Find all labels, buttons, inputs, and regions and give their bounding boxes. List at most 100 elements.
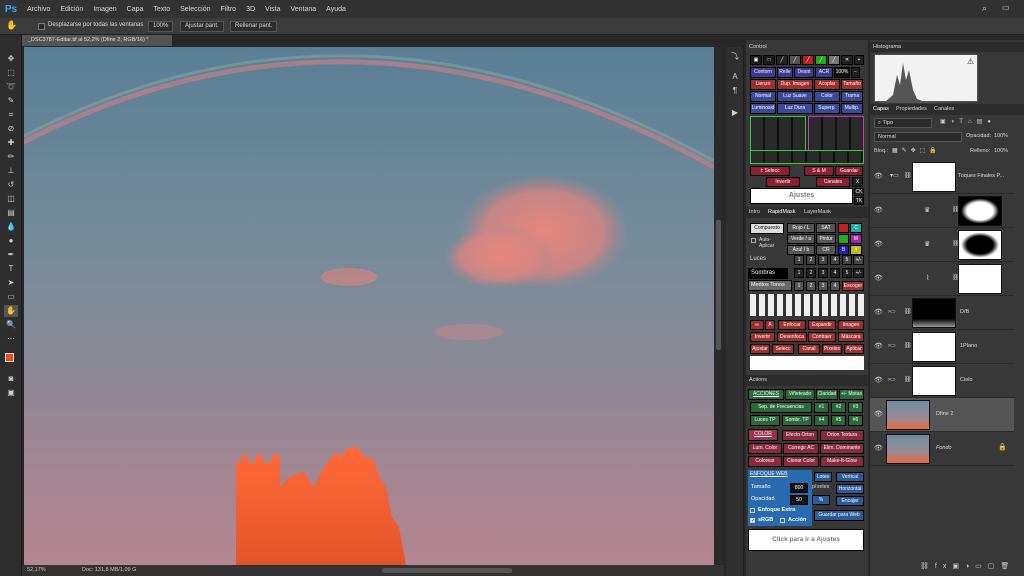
scroll-all-checkbox[interactable] <box>38 23 45 30</box>
layer-row-dfine[interactable]: 👁 Dfine 2 <box>870 398 1014 432</box>
visibility-eye-icon[interactable]: 👁 <box>874 308 883 316</box>
tone-slider-strip[interactable] <box>750 294 864 316</box>
crop-tool-icon[interactable]: ⌗ <box>4 109 18 121</box>
brush-green-icon[interactable]: ╱ <box>815 55 827 65</box>
layer-row-curves-1[interactable]: 👁 ♛ ⛓ <box>870 194 1014 228</box>
visibility-eye-icon[interactable]: 👁 <box>874 444 883 452</box>
warning-icon[interactable]: ⚠ <box>967 57 974 66</box>
sep-frecuencias-button[interactable]: Sep. de Frecuencias <box>750 402 812 413</box>
action-6-button[interactable]: #6 <box>848 415 863 426</box>
opacity-value[interactable]: 100% <box>994 133 1008 139</box>
brush-red-icon[interactable]: ╱ <box>802 55 814 65</box>
brush-black-icon[interactable]: ╱ <box>789 55 801 65</box>
menu-3d[interactable]: 3D <box>241 6 260 13</box>
efecto-orton-button[interactable]: Efecto Orton <box>782 430 818 441</box>
layer-name[interactable]: D/B <box>960 309 969 315</box>
new-doc-icon[interactable]: □ <box>763 55 775 65</box>
luces-tp-button[interactable]: Luces TP <box>750 415 780 426</box>
layer-name[interactable]: 1Plano <box>960 343 977 349</box>
visibility-eye-icon[interactable]: 👁 <box>874 274 883 282</box>
orton-textura-button[interactable]: Orton Textura <box>820 430 864 441</box>
menu-capa[interactable]: Capa <box>122 6 149 13</box>
move-tool-icon[interactable]: ✥ <box>4 53 18 65</box>
dup-imagen-button[interactable]: Dup. Imagen <box>777 79 813 90</box>
make-it-glow-button[interactable]: Make-It-Glow <box>820 456 864 467</box>
fill-value[interactable]: 100% <box>994 148 1008 154</box>
medios-1[interactable]: 1 <box>794 281 804 291</box>
normal-blend-button[interactable]: Normal <box>750 91 776 102</box>
tamano-input[interactable]: 800 <box>790 483 808 493</box>
visibility-eye-icon[interactable]: 👁 <box>874 376 883 384</box>
lienzo-button[interactable]: Lienzo <box>750 79 776 90</box>
aplicar-button[interactable]: Aplicar <box>844 344 864 354</box>
more-tools-icon[interactable]: ⋯ <box>4 333 18 345</box>
menu-imagen[interactable]: Imagen <box>88 6 121 13</box>
action-1-button[interactable]: #1 <box>814 402 829 413</box>
zoom-tool-icon[interactable]: 🔍 <box>4 319 18 331</box>
scrollbar-thumb[interactable] <box>716 220 721 350</box>
enfocar-rm-button[interactable]: Enfocar <box>778 320 806 330</box>
layer-name[interactable]: Fondo <box>936 445 952 451</box>
visibility-eye-icon[interactable]: 👁 <box>874 206 883 214</box>
accion-checkbox[interactable] <box>780 518 785 523</box>
tamano-button[interactable]: Tamaño <box>841 79 863 90</box>
compuesto-button[interactable]: Compuesto <box>750 223 784 234</box>
canal-button[interactable]: Canal <box>798 344 820 354</box>
quick-mask-icon[interactable]: ◙ <box>4 373 18 385</box>
group-folder-icon[interactable]: ›▭ <box>888 376 896 383</box>
layer-name[interactable]: Dfine 2 <box>936 411 953 417</box>
image-canvas[interactable] <box>24 47 714 565</box>
action-2-button[interactable]: #2 <box>831 402 846 413</box>
vertical-button[interactable]: Vertical <box>836 472 864 482</box>
claridad-button[interactable]: Claridad <box>816 389 838 400</box>
lum-color-button[interactable]: Lum. Color <box>748 443 782 454</box>
channel-b-button[interactable]: B <box>838 245 849 255</box>
zoom-100-button[interactable]: 100% <box>148 21 174 32</box>
colorear-button[interactable]: Colorear <box>748 456 782 467</box>
invertir-rm-button[interactable]: Invertir <box>750 332 775 342</box>
corregir-ac-button[interactable]: Corregir AC <box>783 443 819 454</box>
layer-row-curves-3[interactable]: 👁 ⌇ ⛓ <box>870 262 1014 296</box>
close-doc-icon[interactable]: ✕ <box>841 55 853 65</box>
layers-footer-icons[interactable]: ⛓fx▣◑▭▢🗑 <box>920 562 1020 574</box>
sombras-2[interactable]: 2 <box>806 268 816 278</box>
medios-2[interactable]: 2 <box>806 281 816 291</box>
action-3-button[interactable]: #3 <box>848 402 863 413</box>
hand-tool-icon[interactable]: ✋ <box>6 20 17 31</box>
fill-screen-button[interactable]: Rellenar pant. <box>230 21 278 32</box>
visibility-eye-icon[interactable]: 👁 <box>874 410 883 418</box>
type-tool-icon[interactable]: T <box>4 263 18 275</box>
medios-3[interactable]: 3 <box>818 281 828 291</box>
click-ajustes-button[interactable]: Click para ir a Ajustes <box>748 529 864 551</box>
imagen-button[interactable]: Imagen <box>838 320 864 330</box>
action-5-button[interactable]: #5 <box>831 415 846 426</box>
menu-seleccion[interactable]: Selección <box>175 6 215 13</box>
zoom-level[interactable]: 52,17% <box>27 567 46 573</box>
screen-mode-icon[interactable]: ▣ <box>4 387 18 399</box>
opacidad-input[interactable]: 50 <box>790 495 808 505</box>
auto-aplicar-checkbox[interactable] <box>751 238 756 243</box>
channel-m-button[interactable]: M <box>850 234 862 244</box>
action-4-button[interactable]: #4 <box>814 415 829 426</box>
motas-button[interactable]: +/- Motas <box>839 389 864 400</box>
document-tab[interactable]: _DSC3787-Editar.tif al 52,2% (Dfine 2, R… <box>22 35 172 46</box>
luces-3[interactable]: 3 <box>818 255 828 265</box>
visibility-eye-icon[interactable]: 👁 <box>874 172 883 180</box>
rellenar-button[interactable]: Relle <box>777 67 793 78</box>
luz-dura-button[interactable]: Luz Dura <box>777 103 813 114</box>
layer-row-toques-finales[interactable]: 👁 ▾▭ ⛓ Toques Finales P... <box>870 160 1014 194</box>
marquee-tool-icon[interactable]: ⬚ <box>4 67 18 79</box>
canales-button[interactable]: Canales <box>816 177 850 187</box>
sombras-4[interactable]: 4 <box>830 268 840 278</box>
escoger-button[interactable]: Escoger <box>842 281 864 291</box>
pen-tool-icon[interactable]: ✒ <box>4 249 18 261</box>
group-folder-icon[interactable]: ›▭ <box>888 342 896 349</box>
color-blend-button[interactable]: Color <box>814 91 840 102</box>
luces-label[interactable]: Luces <box>750 256 766 262</box>
layer-row-cielo[interactable]: 👁 ›▭ ⛓ Cielo <box>870 364 1014 398</box>
medios-tonos-label[interactable]: Medios Tonos <box>748 280 792 291</box>
expandir-button[interactable]: Expandir <box>808 320 836 330</box>
tk-button[interactable]: TK <box>854 197 864 205</box>
guardar-web-button[interactable]: Guardar para Web <box>814 510 864 521</box>
sombras-label[interactable]: Sombras <box>748 268 788 279</box>
